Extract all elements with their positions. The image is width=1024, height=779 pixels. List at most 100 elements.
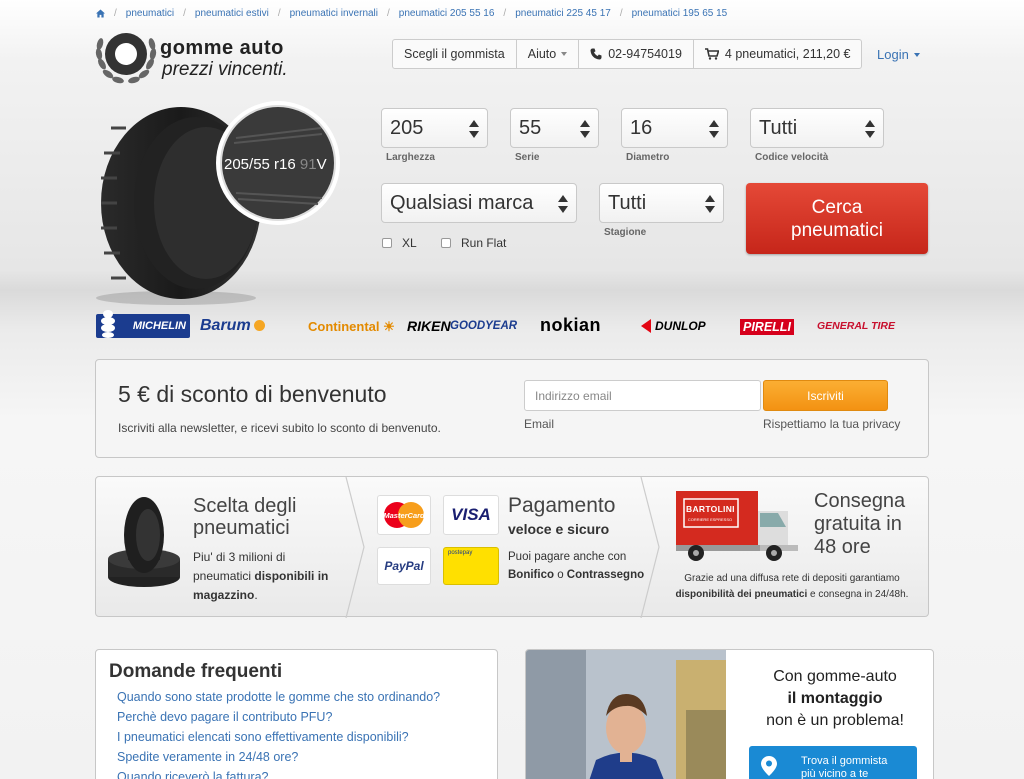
email-field-label: Email xyxy=(524,417,555,431)
breadcrumb-link[interactable]: pneumatici xyxy=(126,8,174,19)
brand-logos-strip: MICHELIN Barum Continental ☀ RIKEN GOODY… xyxy=(96,310,928,344)
faq-link[interactable]: Perchè devo pagare il contributo PFU? xyxy=(117,710,332,724)
breadcrumb-link[interactable]: pneumatici 225 45 17 xyxy=(515,8,611,19)
runflat-checkbox[interactable]: Run Flat xyxy=(441,236,506,250)
brand-michelin-label: MICHELIN xyxy=(132,320,186,332)
mastercard-logo: MasterCard xyxy=(377,495,431,535)
cart-icon xyxy=(704,48,719,60)
payment-bonifico: Bonifico xyxy=(508,569,554,581)
brand-nokian-label: nokian xyxy=(540,315,602,335)
select-arrows-icon xyxy=(558,195,568,213)
faq-link[interactable]: Quando sono state prodotte le gomme che … xyxy=(117,690,440,704)
larghezza-select[interactable]: 205 xyxy=(381,108,488,148)
phone-number: 02-94754019 xyxy=(608,47,682,61)
brand-dunlop[interactable]: DUNLOP xyxy=(641,319,706,333)
montaggio-line1: Con gomme-auto xyxy=(773,668,897,685)
breadcrumb-link[interactable]: pneumatici 195 65 15 xyxy=(632,8,728,19)
select-arrows-icon xyxy=(580,120,590,138)
tire-stack-icon xyxy=(108,497,180,587)
search-button-label: Cerca pneumatici xyxy=(791,197,883,241)
select-arrows-icon xyxy=(865,120,875,138)
find-gommista-button[interactable]: Trova il gommista più vicino a te xyxy=(749,746,917,779)
faq-link[interactable]: Spedite veramente in 24/48 ore? xyxy=(117,750,298,764)
velocita-select[interactable]: Tutti xyxy=(750,108,884,148)
choose-gommista-label: Scegli il gommista xyxy=(404,47,505,61)
newsletter-box: 5 € di sconto di benvenuto Iscriviti all… xyxy=(95,359,929,458)
find-gommista-label: Trova il gommista più vicino a te xyxy=(801,755,888,779)
paypal-text: PayPal xyxy=(384,559,424,573)
phone-icon xyxy=(590,48,602,60)
brand-riken[interactable]: RIKEN xyxy=(407,318,451,334)
home-icon[interactable] xyxy=(96,8,105,18)
xl-checkbox[interactable]: XL xyxy=(382,236,417,250)
velocita-label: Codice velocità xyxy=(755,152,829,163)
feature-choice-title: Scelta degli pneumatici xyxy=(193,495,297,539)
brand-barum[interactable]: Barum xyxy=(200,317,265,335)
newsletter-subscribe-button[interactable]: Iscriviti xyxy=(763,380,888,411)
brand-general-tire[interactable]: GENERAL TIRE xyxy=(817,320,895,332)
map-pin-icon xyxy=(761,756,777,776)
feature-choice-line1: Piu' di 3 milioni di xyxy=(193,550,286,564)
feature-choice-line3: magazzino xyxy=(193,588,255,602)
phone-link[interactable]: 02-94754019 xyxy=(579,40,694,68)
subscribe-label: Iscriviti xyxy=(807,388,844,403)
payment-contrassegno: Contrassegno xyxy=(566,569,645,581)
brand-pirelli-label: PIRELLI xyxy=(743,320,791,334)
feature-choice-text: Piu' di 3 milioni di pneumatici disponib… xyxy=(193,548,328,605)
top-navigation: Scegli il gommista Aiuto 02-94754019 4 p… xyxy=(392,39,863,69)
breadcrumb-link[interactable]: pneumatici invernali xyxy=(290,8,378,19)
faq-title: Domande frequenti xyxy=(109,661,283,682)
serie-label: Serie xyxy=(515,152,540,163)
brand-nokian[interactable]: nokian xyxy=(540,315,601,336)
tire-speed-index: V xyxy=(316,156,327,173)
serie-select[interactable]: 55 xyxy=(510,108,599,148)
montaggio-message: Con gomme-auto il montaggio non è un pro… xyxy=(742,666,928,732)
search-tires-button[interactable]: Cerca pneumatici xyxy=(746,183,928,254)
faq-link[interactable]: I pneumatici elencati sono effettivament… xyxy=(117,730,409,744)
montaggio-line3: non è un problema! xyxy=(766,712,904,729)
faq-link[interactable]: Quando riceverò la fattura? xyxy=(117,770,268,779)
brand-goodyear[interactable]: GOODYEAR xyxy=(450,320,517,332)
feature-delivery-line2a: disponibilità dei pneumatici xyxy=(675,589,808,600)
feature-delivery-text: Grazie ad una diffusa rete di depositi g… xyxy=(662,571,922,603)
marca-select[interactable]: Qualsiasi marca xyxy=(381,183,577,223)
montaggio-box: Con gomme-auto il montaggio non è un pro… xyxy=(525,649,934,779)
email-placeholder: Indirizzo email xyxy=(535,388,612,403)
newsletter-email-input[interactable]: Indirizzo email xyxy=(524,380,761,411)
feature-payment-line1: Puoi pagare anche con xyxy=(508,551,627,563)
brand-michelin[interactable]: MICHELIN xyxy=(96,310,190,338)
faq-box: Domande frequenti Quando sono state prod… xyxy=(95,649,498,779)
logo-text-tagline: prezzi vincenti. xyxy=(162,59,288,80)
site-logo[interactable]: gomme auto prezzi vincenti. xyxy=(94,24,324,88)
diametro-select[interactable]: 16 xyxy=(621,108,728,148)
runflat-label: Run Flat xyxy=(461,236,507,250)
brand-pirelli[interactable]: PIRELLI xyxy=(740,319,794,335)
choose-gommista-button[interactable]: Scegli il gommista xyxy=(393,40,517,68)
mastercard-text: MasterCard xyxy=(383,511,425,520)
brand-goodyear-label: GOODYEAR xyxy=(450,320,518,332)
tire-size-label: 205/55 r16 91V xyxy=(224,156,327,173)
delivery-truck-icon xyxy=(676,491,798,561)
cart-button[interactable]: 4 pneumatici, 211,20 € xyxy=(694,40,862,68)
feature-choice-line2a: pneumatici xyxy=(193,569,255,583)
chevron-down-icon xyxy=(561,52,568,56)
breadcrumb-link[interactable]: pneumatici 205 55 16 xyxy=(399,8,495,19)
montaggio-line2: il montaggio xyxy=(787,690,883,707)
breadcrumb: / pneumatici / pneumatici estivi / pneumati… xyxy=(96,6,727,20)
xl-label: XL xyxy=(402,236,417,250)
truck-sub-text: CORRIERE ESPRESSO xyxy=(687,517,733,522)
checkbox-box[interactable] xyxy=(382,238,392,248)
tire-laurel-logo-icon xyxy=(95,33,157,84)
breadcrumb-link[interactable]: pneumatici estivi xyxy=(195,8,269,19)
help-dropdown[interactable]: Aiuto xyxy=(517,40,580,68)
chevron-down-icon xyxy=(913,52,920,57)
stagione-select[interactable]: Tutti xyxy=(599,183,724,223)
brand-continental[interactable]: Continental ☀ xyxy=(308,319,395,335)
mechanic-photo xyxy=(526,650,726,779)
visa-logo: VISA xyxy=(443,495,499,535)
feature-delivery-title: Consegna gratuita in 48 ore xyxy=(814,490,906,558)
marca-value: Qualsiasi marca xyxy=(390,191,534,214)
checkbox-box[interactable] xyxy=(441,238,451,248)
login-dropdown[interactable]: Login xyxy=(877,47,920,62)
logo-text-brand: gomme auto xyxy=(160,37,284,59)
